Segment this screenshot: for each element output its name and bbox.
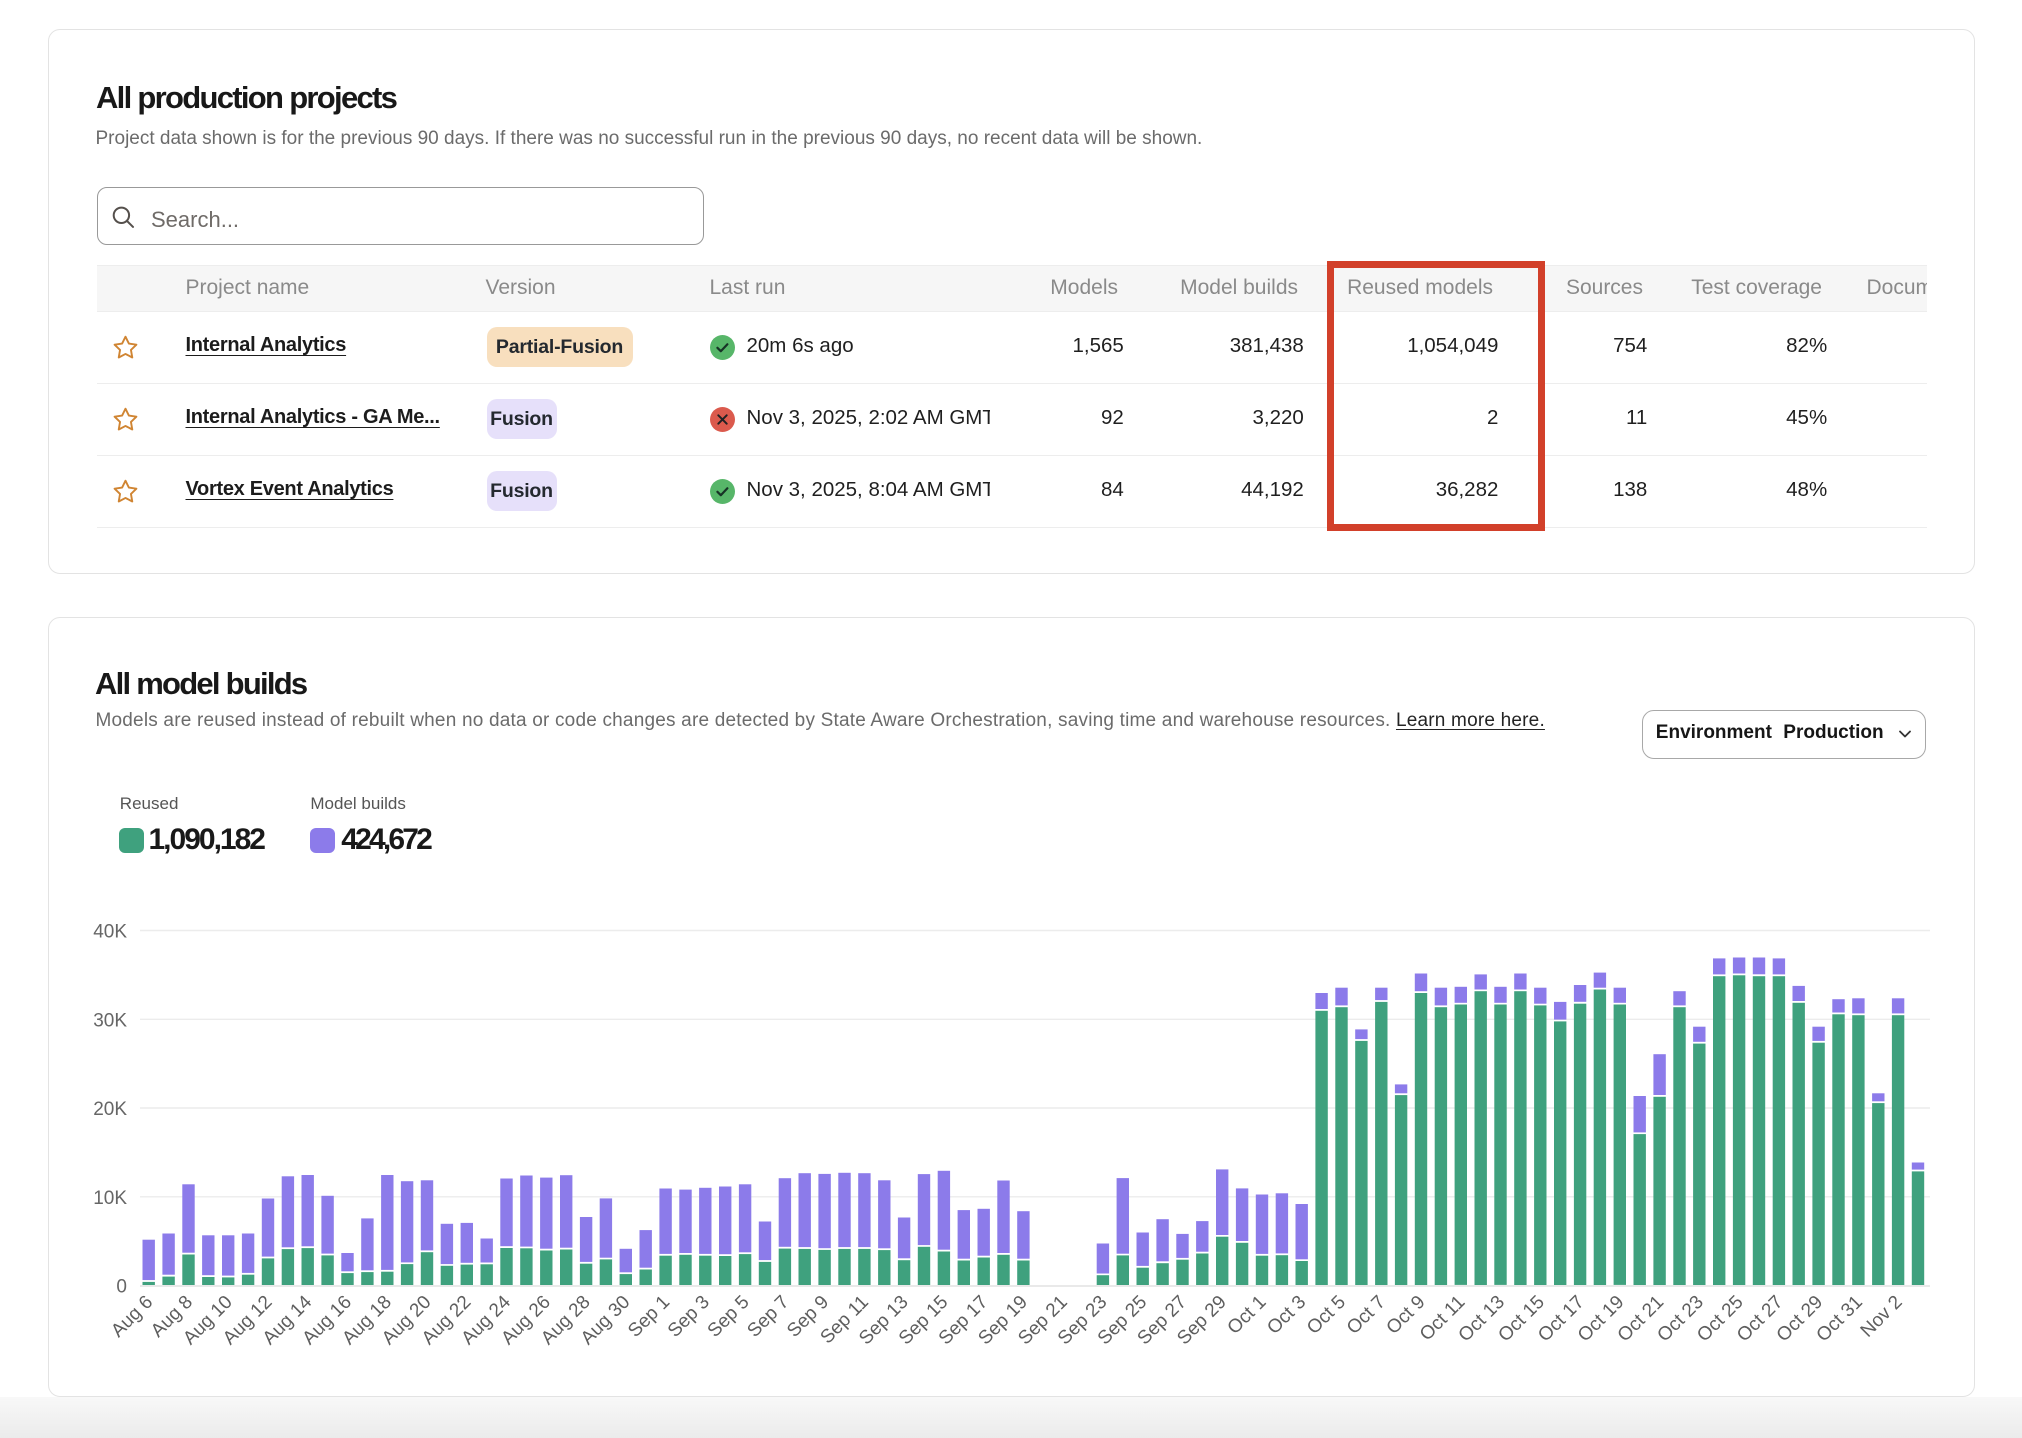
svg-text:20K: 20K xyxy=(93,1099,127,1120)
svg-text:Oct 5: Oct 5 xyxy=(1303,1292,1350,1339)
svg-text:40K: 40K xyxy=(93,922,127,943)
svg-text:10K: 10K xyxy=(93,1188,127,1209)
svg-text:Oct 3: Oct 3 xyxy=(1263,1292,1310,1339)
svg-text:Aug 6: Aug 6 xyxy=(107,1292,157,1342)
svg-text:Oct 7: Oct 7 xyxy=(1343,1292,1390,1339)
svg-text:Sep 7: Sep 7 xyxy=(743,1292,793,1342)
svg-text:Sep 5: Sep 5 xyxy=(704,1292,754,1342)
svg-text:Oct 1: Oct 1 xyxy=(1224,1292,1271,1339)
svg-text:Sep 1: Sep 1 xyxy=(624,1292,674,1342)
svg-text:0: 0 xyxy=(116,1277,127,1298)
svg-text:30K: 30K xyxy=(93,1010,127,1031)
svg-text:Oct 31: Oct 31 xyxy=(1812,1292,1866,1346)
svg-text:Sep 3: Sep 3 xyxy=(664,1292,714,1342)
svg-text:Nov 2: Nov 2 xyxy=(1857,1292,1907,1342)
